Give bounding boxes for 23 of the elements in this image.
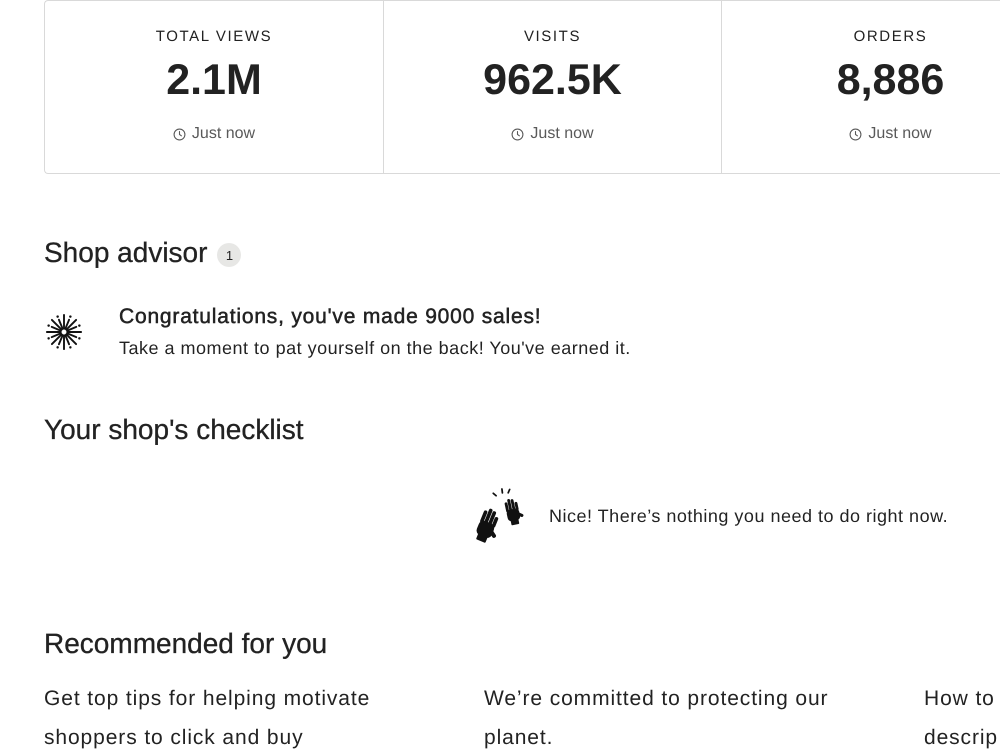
update-time: Just now xyxy=(192,124,256,144)
empty-state-message: Nice! There’s nothing you need to do right now. xyxy=(549,504,948,526)
clock-icon xyxy=(172,128,186,140)
section-heading: Your shop's checklist xyxy=(44,413,304,447)
update-time: Just now xyxy=(868,124,932,144)
section-heading: Shop advisor xyxy=(44,236,208,270)
clock-icon xyxy=(849,128,862,140)
stat-label: VISITS xyxy=(524,27,582,47)
section-heading: Recommended for you xyxy=(44,627,328,661)
recommendation-link[interactable]: Get top tips for helping motivate shoppers to click and buy xyxy=(44,679,424,750)
message-title: Congratulations, you've made 9000 sales! xyxy=(119,304,542,330)
stat-value: 8,886 xyxy=(836,55,944,105)
recommendation-link[interactable]: We’re committed to protecting our planet. xyxy=(484,679,864,750)
message-body: Take a moment to pat yourself on the back! You've earned it. xyxy=(119,337,631,359)
stat-label: ORDERS xyxy=(854,27,928,47)
clock-icon xyxy=(511,128,524,140)
count-badge: 1 xyxy=(217,243,242,267)
recommendation-link[interactable]: How to descrip xyxy=(924,679,1000,750)
starburst-icon xyxy=(45,312,83,350)
stat-label: TOTAL VIEWS xyxy=(156,27,272,47)
stat-value: 2.1M xyxy=(166,55,262,105)
update-time: Just now xyxy=(530,124,594,144)
stat-value: 962.5K xyxy=(483,55,622,105)
